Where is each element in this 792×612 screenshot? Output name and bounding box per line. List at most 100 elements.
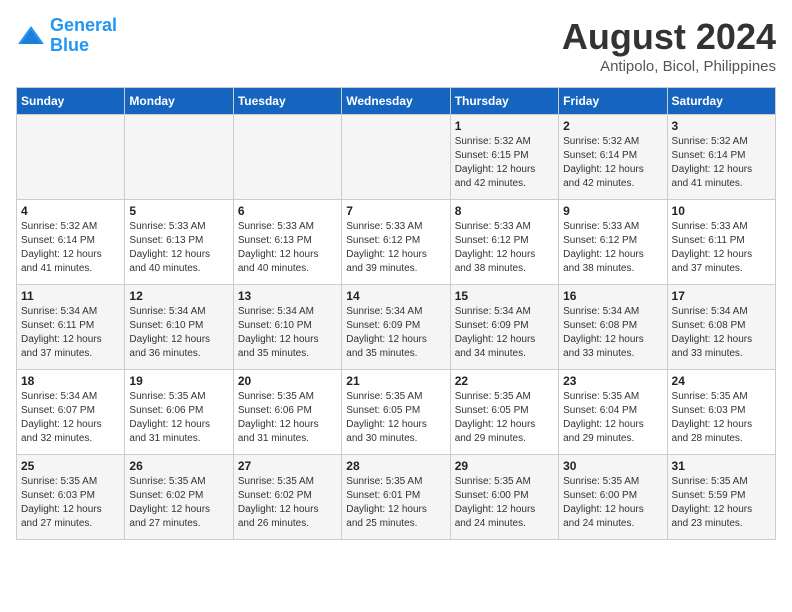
day-number: 24 (672, 374, 771, 388)
weekday-header-thursday: Thursday (450, 88, 558, 115)
calendar-cell: 22Sunrise: 5:35 AM Sunset: 6:05 PM Dayli… (450, 370, 558, 455)
day-number: 18 (21, 374, 120, 388)
calendar-cell: 6 Sunrise: 5:33 AM Sunset: 6:13 PM Daylig… (233, 200, 341, 285)
logo-icon (16, 24, 46, 48)
weekday-header-monday: Monday (125, 88, 233, 115)
day-info: Sunrise: 5:34 AM Sunset: 6:08 PM Dayligh… (672, 305, 771, 361)
weekday-header-tuesday: Tuesday (233, 88, 341, 115)
day-number: 9 (563, 204, 662, 218)
calendar-cell: 28 Sunrise: 5:35 AM Sunset: 6:01 PM Dayli… (342, 455, 450, 540)
calendar-week-4: 18 Sunrise: 5:34 AM Sunset: 6:07 PM Dayli… (17, 370, 776, 455)
calendar-cell: 11Sunrise: 5:34 AM Sunset: 6:11 PM Dayli… (17, 285, 125, 370)
day-number: 22 (455, 374, 554, 388)
day-number: 12 (129, 289, 228, 303)
day-number: 4 (21, 204, 120, 218)
logo: General Blue (16, 16, 117, 56)
calendar-cell: 23 Sunrise: 5:35 AM Sunset: 6:04 PM Dayli… (559, 370, 667, 455)
day-info: Sunrise: 5:33 AM Sunset: 6:13 PM Dayligh… (238, 220, 337, 276)
weekday-header-sunday: Sunday (17, 88, 125, 115)
weekday-header-row: SundayMondayTuesdayWednesdayThursdayFrid… (17, 88, 776, 115)
day-number: 20 (238, 374, 337, 388)
day-info: Sunrise: 5:35 AM Sunset: 6:06 PM Dayligh… (238, 390, 337, 446)
title-block: August 2024 Antipolo, Bicol, Philippines (562, 16, 776, 75)
day-info: Sunrise: 5:34 AM Sunset: 6:10 PM Dayligh… (129, 305, 228, 361)
calendar-cell: 21Sunrise: 5:35 AM Sunset: 6:05 PM Dayli… (342, 370, 450, 455)
day-number: 11 (21, 289, 120, 303)
weekday-header-wednesday: Wednesday (342, 88, 450, 115)
subtitle: Antipolo, Bicol, Philippines (562, 58, 776, 75)
calendar-cell: 4 Sunrise: 5:32 AM Sunset: 6:14 PM Daylig… (17, 200, 125, 285)
day-info: Sunrise: 5:32 AM Sunset: 6:14 PM Dayligh… (21, 220, 120, 276)
day-number: 19 (129, 374, 228, 388)
day-info: Sunrise: 5:34 AM Sunset: 6:07 PM Dayligh… (21, 390, 120, 446)
day-number: 3 (672, 119, 771, 133)
day-info: Sunrise: 5:33 AM Sunset: 6:12 PM Dayligh… (563, 220, 662, 276)
calendar-cell: 19Sunrise: 5:35 AM Sunset: 6:06 PM Dayli… (125, 370, 233, 455)
day-number: 31 (672, 459, 771, 473)
calendar-cell: 3Sunrise: 5:32 AM Sunset: 6:14 PM Daylig… (667, 115, 775, 200)
day-info: Sunrise: 5:34 AM Sunset: 6:10 PM Dayligh… (238, 305, 337, 361)
calendar-cell: 18 Sunrise: 5:34 AM Sunset: 6:07 PM Dayli… (17, 370, 125, 455)
calendar-cell: 2 Sunrise: 5:32 AM Sunset: 6:14 PM Daylig… (559, 115, 667, 200)
calendar-cell: 27 Sunrise: 5:35 AM Sunset: 6:02 PM Dayli… (233, 455, 341, 540)
day-number: 21 (346, 374, 445, 388)
day-number: 8 (455, 204, 554, 218)
day-number: 29 (455, 459, 554, 473)
day-info: Sunrise: 5:35 AM Sunset: 6:00 PM Dayligh… (563, 475, 662, 531)
calendar-cell: 14 Sunrise: 5:34 AM Sunset: 6:09 PM Dayli… (342, 285, 450, 370)
day-number: 16 (563, 289, 662, 303)
day-info: Sunrise: 5:35 AM Sunset: 6:01 PM Dayligh… (346, 475, 445, 531)
weekday-header-saturday: Saturday (667, 88, 775, 115)
day-number: 5 (129, 204, 228, 218)
calendar-cell: 10 Sunrise: 5:33 AM Sunset: 6:11 PM Dayli… (667, 200, 775, 285)
day-info: Sunrise: 5:32 AM Sunset: 6:15 PM Dayligh… (455, 135, 554, 191)
day-number: 25 (21, 459, 120, 473)
logo-text: General Blue (50, 16, 117, 56)
day-info: Sunrise: 5:33 AM Sunset: 6:11 PM Dayligh… (672, 220, 771, 276)
day-info: Sunrise: 5:35 AM Sunset: 6:02 PM Dayligh… (129, 475, 228, 531)
calendar-cell (17, 115, 125, 200)
page-header: General Blue August 2024 Antipolo, Bicol… (16, 16, 776, 75)
calendar-cell: 29 Sunrise: 5:35 AM Sunset: 6:00 PM Dayli… (450, 455, 558, 540)
day-info: Sunrise: 5:35 AM Sunset: 6:00 PM Dayligh… (455, 475, 554, 531)
calendar-cell: 9 Sunrise: 5:33 AM Sunset: 6:12 PM Daylig… (559, 200, 667, 285)
day-number: 10 (672, 204, 771, 218)
day-info: Sunrise: 5:33 AM Sunset: 6:13 PM Dayligh… (129, 220, 228, 276)
calendar-week-1: 1 Sunrise: 5:32 AM Sunset: 6:15 PM Daylig… (17, 115, 776, 200)
calendar-cell: 24 Sunrise: 5:35 AM Sunset: 6:03 PM Dayli… (667, 370, 775, 455)
day-info: Sunrise: 5:34 AM Sunset: 6:08 PM Dayligh… (563, 305, 662, 361)
calendar-cell: 13 Sunrise: 5:34 AM Sunset: 6:10 PM Dayli… (233, 285, 341, 370)
calendar-cell: 1 Sunrise: 5:32 AM Sunset: 6:15 PM Daylig… (450, 115, 558, 200)
calendar-week-3: 11Sunrise: 5:34 AM Sunset: 6:11 PM Dayli… (17, 285, 776, 370)
day-info: Sunrise: 5:34 AM Sunset: 6:09 PM Dayligh… (346, 305, 445, 361)
day-number: 6 (238, 204, 337, 218)
day-info: Sunrise: 5:35 AM Sunset: 6:03 PM Dayligh… (21, 475, 120, 531)
day-number: 17 (672, 289, 771, 303)
day-info: Sunrise: 5:35 AM Sunset: 5:59 PM Dayligh… (672, 475, 771, 531)
day-number: 30 (563, 459, 662, 473)
day-number: 28 (346, 459, 445, 473)
day-number: 2 (563, 119, 662, 133)
day-number: 27 (238, 459, 337, 473)
calendar-cell: 26 Sunrise: 5:35 AM Sunset: 6:02 PM Dayli… (125, 455, 233, 540)
calendar-cell: 30 Sunrise: 5:35 AM Sunset: 6:00 PM Dayli… (559, 455, 667, 540)
calendar-cell: 5 Sunrise: 5:33 AM Sunset: 6:13 PM Daylig… (125, 200, 233, 285)
day-number: 13 (238, 289, 337, 303)
day-info: Sunrise: 5:35 AM Sunset: 6:03 PM Dayligh… (672, 390, 771, 446)
calendar-week-2: 4 Sunrise: 5:32 AM Sunset: 6:14 PM Daylig… (17, 200, 776, 285)
day-number: 23 (563, 374, 662, 388)
calendar-cell: 8Sunrise: 5:33 AM Sunset: 6:12 PM Daylig… (450, 200, 558, 285)
day-number: 14 (346, 289, 445, 303)
day-number: 26 (129, 459, 228, 473)
calendar-cell: 7Sunrise: 5:33 AM Sunset: 6:12 PM Daylig… (342, 200, 450, 285)
calendar-cell: 31 Sunrise: 5:35 AM Sunset: 5:59 PM Dayli… (667, 455, 775, 540)
weekday-header-friday: Friday (559, 88, 667, 115)
day-number: 1 (455, 119, 554, 133)
calendar-cell (233, 115, 341, 200)
main-title: August 2024 (562, 16, 776, 58)
calendar-cell: 17 Sunrise: 5:34 AM Sunset: 6:08 PM Dayli… (667, 285, 775, 370)
day-info: Sunrise: 5:35 AM Sunset: 6:04 PM Dayligh… (563, 390, 662, 446)
day-info: Sunrise: 5:35 AM Sunset: 6:02 PM Dayligh… (238, 475, 337, 531)
calendar-cell: 20 Sunrise: 5:35 AM Sunset: 6:06 PM Dayli… (233, 370, 341, 455)
day-info: Sunrise: 5:32 AM Sunset: 6:14 PM Dayligh… (563, 135, 662, 191)
